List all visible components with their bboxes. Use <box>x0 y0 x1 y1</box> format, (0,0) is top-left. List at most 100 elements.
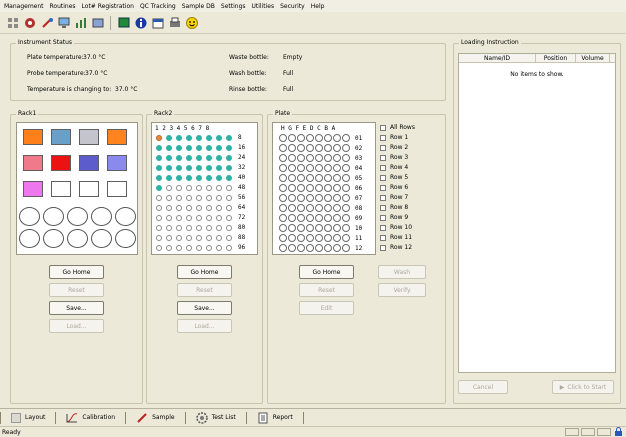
rack2-well[interactable] <box>186 155 192 161</box>
menu-lot-registration[interactable]: Lot# Registration <box>82 3 134 10</box>
plate-well[interactable] <box>306 134 314 142</box>
rack1-position[interactable] <box>79 181 99 197</box>
rack2-well[interactable] <box>156 175 162 181</box>
plate-well[interactable] <box>315 154 323 162</box>
plate-well[interactable] <box>306 154 314 162</box>
row-checkbox[interactable] <box>380 185 386 191</box>
plate-well[interactable] <box>288 224 296 232</box>
rack1-position[interactable] <box>51 129 71 145</box>
plate-well[interactable] <box>306 144 314 152</box>
plate-well[interactable] <box>342 204 350 212</box>
wrench-icon[interactable] <box>40 16 54 30</box>
rack1-load-button[interactable]: Load... <box>49 319 104 333</box>
rack2-well[interactable] <box>206 245 212 251</box>
plate-well[interactable] <box>315 184 323 192</box>
plate-well[interactable] <box>342 144 350 152</box>
plate-well[interactable] <box>342 174 350 182</box>
rack2-well[interactable] <box>196 245 202 251</box>
rack2-well[interactable] <box>156 165 162 171</box>
rack2-well[interactable] <box>176 205 182 211</box>
plate-well[interactable] <box>306 244 314 252</box>
rack1-position[interactable] <box>23 129 43 145</box>
rack2-well[interactable] <box>166 175 172 181</box>
plate-well[interactable] <box>288 184 296 192</box>
plate-well[interactable] <box>297 174 305 182</box>
plate-well[interactable] <box>324 164 332 172</box>
rack2-save-button[interactable]: Save... <box>177 301 232 315</box>
rack2-well[interactable] <box>186 245 192 251</box>
rack1-position[interactable] <box>23 181 43 197</box>
plate-well[interactable] <box>342 224 350 232</box>
rack2-well[interactable] <box>216 245 222 251</box>
plate-well[interactable] <box>297 154 305 162</box>
rack2-well[interactable] <box>196 225 202 231</box>
rack2-well[interactable] <box>216 205 222 211</box>
plate-well[interactable] <box>324 224 332 232</box>
col-name-id[interactable]: Name/ID <box>459 54 536 63</box>
plate-well[interactable] <box>333 234 341 242</box>
plate-well[interactable] <box>279 244 287 252</box>
plate-edit-button[interactable]: Edit <box>299 301 354 315</box>
rack2-well[interactable] <box>186 215 192 221</box>
menu-settings[interactable]: Settings <box>221 3 246 10</box>
rack2-well[interactable] <box>156 205 162 211</box>
plate-well[interactable] <box>306 224 314 232</box>
row-checkbox[interactable] <box>380 215 386 221</box>
rack2-well[interactable] <box>156 245 162 251</box>
rack2-well[interactable] <box>226 185 232 191</box>
rack2-well[interactable] <box>166 185 172 191</box>
plate-well[interactable] <box>279 144 287 152</box>
rack1-position[interactable] <box>107 129 127 145</box>
rack2-well[interactable] <box>196 145 202 151</box>
rack2-well[interactable] <box>206 225 212 231</box>
rack2-well[interactable] <box>226 195 232 201</box>
rack2-well[interactable] <box>186 135 192 141</box>
rack1-empty-position[interactable] <box>43 229 64 248</box>
plate-well[interactable] <box>288 234 296 242</box>
rack2-well[interactable] <box>156 155 162 161</box>
plate-well[interactable] <box>333 204 341 212</box>
plate-well[interactable] <box>333 244 341 252</box>
plate-well[interactable] <box>333 174 341 182</box>
plate-well[interactable] <box>306 194 314 202</box>
settings-wheel-icon[interactable] <box>23 16 37 30</box>
plate-well[interactable] <box>315 234 323 242</box>
rack1-go-home-button[interactable]: Go Home <box>49 265 104 279</box>
rack1-empty-position[interactable] <box>115 207 136 226</box>
rack2-well[interactable] <box>206 235 212 241</box>
plate-well[interactable] <box>297 214 305 222</box>
rack2-well[interactable] <box>186 235 192 241</box>
rack2-well[interactable] <box>206 135 212 141</box>
plate-well[interactable] <box>333 154 341 162</box>
smiley-icon[interactable] <box>185 16 199 30</box>
menu-qc-tracking[interactable]: QC Tracking <box>140 3 176 10</box>
row-checkbox[interactable] <box>380 155 386 161</box>
plate-well[interactable] <box>279 134 287 142</box>
rack2-well[interactable] <box>196 165 202 171</box>
rack2-well[interactable] <box>226 215 232 221</box>
rack2-well[interactable] <box>206 195 212 201</box>
tab-test-list[interactable]: Test List <box>186 411 246 425</box>
rack2-well[interactable] <box>196 215 202 221</box>
rack2-well[interactable] <box>206 155 212 161</box>
rack2-well[interactable] <box>196 155 202 161</box>
rack2-well[interactable] <box>176 195 182 201</box>
plate-well[interactable] <box>288 164 296 172</box>
plate-well[interactable] <box>297 184 305 192</box>
plate-well[interactable] <box>315 144 323 152</box>
rack2-well[interactable] <box>166 205 172 211</box>
rack1-position[interactable] <box>51 155 71 171</box>
rack2-well[interactable] <box>216 145 222 151</box>
rack2-well[interactable] <box>216 155 222 161</box>
plate-well[interactable] <box>297 164 305 172</box>
rack2-well[interactable] <box>226 145 232 151</box>
plate-well[interactable] <box>297 144 305 152</box>
rack2-well[interactable] <box>216 185 222 191</box>
plate-well[interactable] <box>333 214 341 222</box>
row-checkbox[interactable] <box>380 235 386 241</box>
rack1-empty-position[interactable] <box>19 207 40 226</box>
rack2-well[interactable] <box>156 225 162 231</box>
rack2-well[interactable] <box>186 195 192 201</box>
rack1-empty-position[interactable] <box>115 229 136 248</box>
rack2-well[interactable] <box>156 195 162 201</box>
